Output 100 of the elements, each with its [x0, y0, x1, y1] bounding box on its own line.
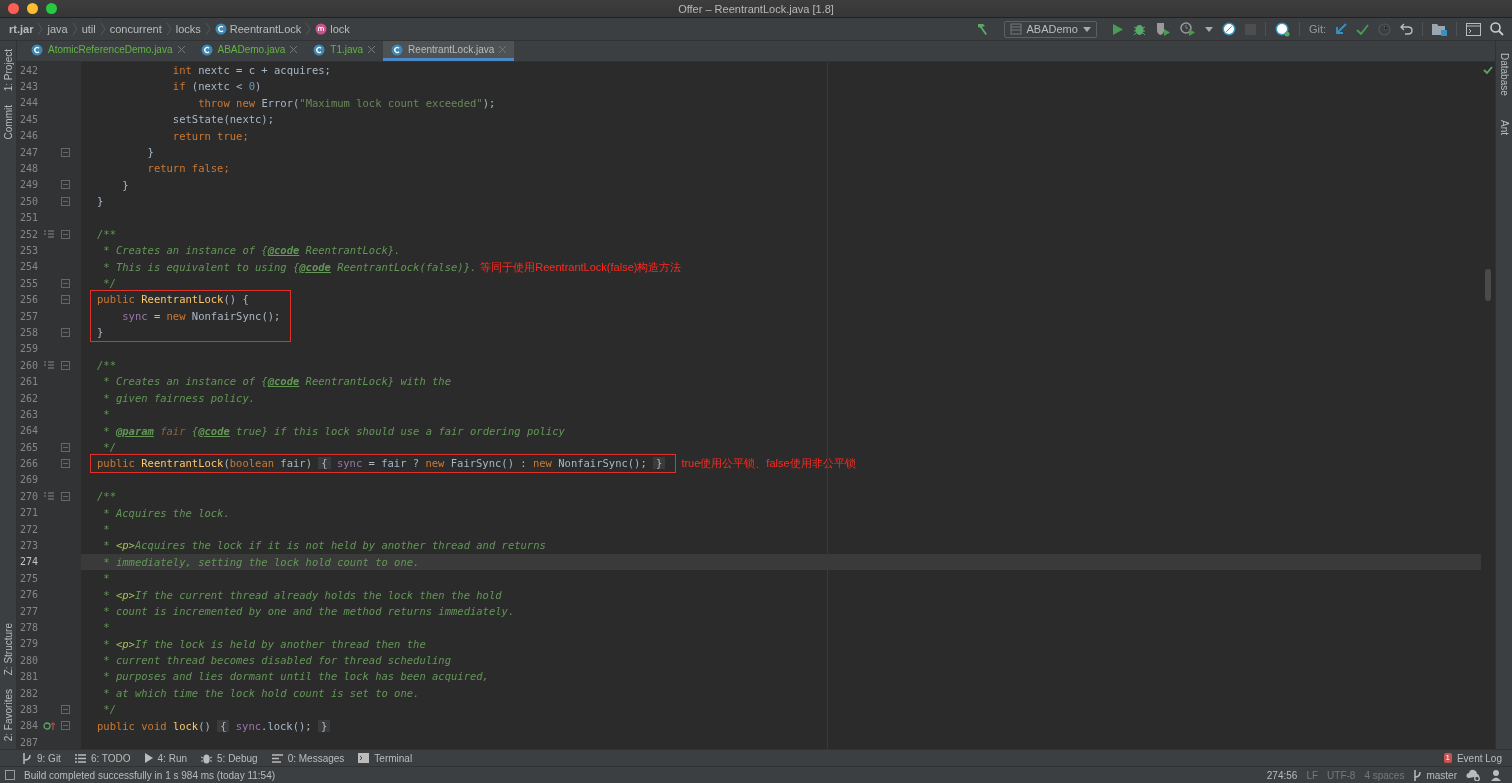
- code-line: */: [102, 440, 116, 455]
- tool-window-tab[interactable]: Database: [1498, 51, 1510, 98]
- shield-play-icon[interactable]: [1154, 22, 1171, 36]
- editor-tab[interactable]: ReentrantLock.java: [383, 41, 515, 61]
- fold-icon[interactable]: [60, 147, 70, 157]
- tool-window-tab[interactable]: 4: Run: [144, 752, 188, 764]
- tool-window-tab[interactable]: 5: Debug: [201, 752, 258, 764]
- override-arrow-icon[interactable]: [43, 720, 55, 731]
- bug-icon[interactable]: [1132, 22, 1146, 36]
- square-icon[interactable]: [5, 770, 15, 780]
- scrollbar-thumb[interactable]: [1485, 269, 1491, 301]
- tool-window-tab[interactable]: Ant: [1498, 117, 1510, 137]
- terminal-icon[interactable]: [1466, 22, 1481, 36]
- breadcrumb-item[interactable]: lock: [315, 23, 350, 35]
- tool-window-tab[interactable]: Terminal: [358, 752, 413, 764]
- tool-window-tab[interactable]: Commit: [2, 103, 14, 142]
- fold-icon[interactable]: [60, 229, 70, 239]
- code-line: }: [97, 325, 104, 341]
- tool-window-tab[interactable]: Z: Structure: [2, 620, 14, 677]
- cloud-gear-icon[interactable]: [1466, 769, 1481, 781]
- fold-icon[interactable]: [60, 360, 70, 370]
- clock-icon[interactable]: [1378, 22, 1391, 36]
- annotation-text: 等同于使用ReentrantLock(false)构造方法: [480, 259, 682, 275]
- arrow-icon[interactable]: [1335, 23, 1347, 35]
- code-line: int nextc = c + acquires;: [171, 63, 331, 78]
- line-number: 279: [18, 638, 38, 650]
- run-configuration-dropdown[interactable]: ABADemo: [1003, 20, 1097, 38]
- code-line: if (nextc < 0): [171, 79, 262, 95]
- fold-icon[interactable]: [60, 196, 70, 206]
- breadcrumb-item[interactable]: util: [81, 23, 96, 35]
- fold-icon[interactable]: [60, 180, 70, 190]
- code-line: * at which time the lock hold count is set to one.: [102, 685, 420, 701]
- editor-tab[interactable]: T1.java: [305, 41, 384, 61]
- breadcrumb-item[interactable]: java: [47, 23, 68, 35]
- class-icon: [200, 43, 213, 56]
- fold-icon[interactable]: [60, 704, 70, 714]
- tool-window-tab[interactable]: 2: Favorites: [2, 686, 14, 743]
- status-message: Build completed successfully in 1 s 984 ms (today 11:54): [24, 769, 276, 781]
- line-number: 276: [18, 589, 38, 601]
- line-number: 271: [18, 507, 38, 519]
- line-number: 273: [18, 540, 38, 551]
- tool-window-tab[interactable]: 0: Messages: [271, 752, 345, 764]
- line-number: 256: [18, 294, 38, 306]
- line-number: 277: [18, 605, 38, 617]
- checkmark-icon: [1483, 66, 1493, 74]
- search-icon[interactable]: [1490, 22, 1504, 36]
- line-number: 287: [18, 736, 38, 748]
- fold-icon[interactable]: [60, 327, 70, 337]
- class-icon: [214, 23, 227, 35]
- close-icon[interactable]: [177, 46, 185, 53]
- tool-window-tab[interactable]: 1: Project: [2, 47, 14, 94]
- method-icon: [315, 23, 328, 35]
- caret-icon[interactable]: [1204, 26, 1213, 32]
- code-line: * Acquires the lock.: [102, 505, 230, 521]
- breadcrumb-item[interactable]: ReentrantLock: [214, 23, 302, 35]
- line-number: 245: [18, 113, 38, 125]
- line-number: 243: [18, 81, 38, 93]
- git-branch[interactable]: master: [1413, 769, 1457, 781]
- breadcrumb-item[interactable]: concurrent: [109, 23, 162, 35]
- line-number: 255: [18, 277, 38, 289]
- fold-icon[interactable]: [60, 442, 70, 452]
- notification-badge: 1: [1443, 753, 1452, 763]
- line-number: 275: [18, 572, 38, 584]
- fold-icon[interactable]: [60, 721, 70, 731]
- editor-tab[interactable]: ABADemo.java: [192, 41, 306, 61]
- list-icon[interactable]: [44, 361, 54, 370]
- close-icon[interactable]: [290, 46, 298, 53]
- editor-tab[interactable]: AtomicReferenceDemo.java: [23, 41, 193, 61]
- close-icon[interactable]: [499, 46, 507, 53]
- fold-icon[interactable]: [60, 278, 70, 288]
- minimize-window-button[interactable]: [27, 3, 38, 14]
- fold-icon[interactable]: [60, 491, 70, 501]
- run-icon[interactable]: [1111, 22, 1124, 36]
- close-icon[interactable]: [368, 46, 376, 53]
- code-line: */: [102, 702, 116, 718]
- tool-window-tab[interactable]: 9: Git: [22, 752, 61, 764]
- close-window-button[interactable]: [8, 3, 19, 14]
- breadcrumb-item[interactable]: rt.jar: [9, 23, 34, 35]
- undo-icon[interactable]: [1400, 23, 1413, 35]
- tool-window-tab[interactable]: 6: TODO: [74, 752, 131, 764]
- event-log-button[interactable]: 1 Event Log: [1443, 752, 1502, 764]
- git-label: Git:: [1308, 23, 1326, 35]
- caret-position[interactable]: 274:56: [1266, 769, 1298, 781]
- checkmark-icon[interactable]: [1356, 23, 1369, 35]
- code-line: public void lock() { sync.lock(); }: [97, 717, 331, 735]
- folder-icon[interactable]: [1432, 22, 1447, 36]
- code-line: * @param fair {@code true} if this lock should use a fair ordering policy: [102, 423, 565, 439]
- list-icon[interactable]: [44, 492, 54, 501]
- fold-icon[interactable]: [60, 295, 70, 305]
- breadcrumb-item[interactable]: locks: [175, 23, 201, 35]
- code-line: * current thread becomes disabled for thread scheduling: [102, 653, 451, 669]
- clock-play-icon[interactable]: [1179, 22, 1196, 36]
- line-number: 242: [18, 64, 38, 76]
- code-line: * <p>If the current thread already holds the lock then the hold: [102, 587, 502, 603]
- line-number: 280: [18, 654, 38, 666]
- fold-icon[interactable]: [60, 459, 70, 469]
- maximize-window-button[interactable]: [46, 3, 57, 14]
- code-line: *: [102, 620, 110, 636]
- code-line: return true;: [171, 128, 249, 144]
- list-icon[interactable]: [44, 230, 54, 239]
